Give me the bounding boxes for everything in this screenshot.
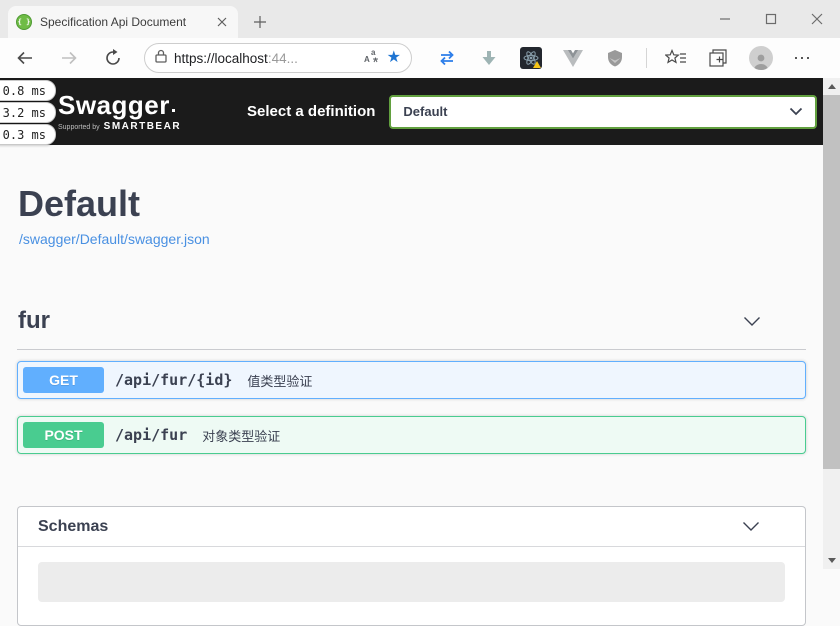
new-tab-button[interactable] <box>248 10 272 34</box>
back-icon[interactable] <box>10 43 40 73</box>
vue-devtools-icon[interactable] <box>562 47 584 69</box>
operation-row-get[interactable]: GET /api/fur/{id} 值类型验证 <box>17 361 806 399</box>
perf-badge: 0.3 ms <box>0 124 56 145</box>
scrollbar-thumb[interactable] <box>823 95 840 469</box>
schemas-title: Schemas <box>38 518 108 536</box>
perf-badge: 0.8 ms <box>0 80 56 101</box>
select-chevron-down-icon <box>789 103 803 121</box>
swagger-logo-tm-dot <box>172 109 175 112</box>
download-extension-icon[interactable] <box>478 47 500 69</box>
window-controls <box>702 0 840 38</box>
scrollbar-down-arrow-icon[interactable] <box>823 552 840 569</box>
url-text[interactable]: https://localhost:44... <box>174 51 357 66</box>
swagger-logo: Swagger Supported by SMARTBEAR <box>58 92 181 132</box>
operation-description: 对象类型验证 <box>202 426 280 445</box>
spec-json-link[interactable]: /swagger/Default/swagger.json <box>19 231 210 247</box>
operation-path: /api/fur <box>115 426 187 444</box>
refresh-icon[interactable] <box>98 43 128 73</box>
react-warning-badge <box>533 61 541 68</box>
sync-extension-icon[interactable] <box>436 47 458 69</box>
toolbar-right: ⋯ <box>665 46 812 70</box>
operation-path: /api/fur/{id} <box>115 371 232 389</box>
lock-icon[interactable] <box>155 49 167 68</box>
swagger-topbar: Swagger Supported by SMARTBEAR Select a … <box>0 78 823 145</box>
translate-icon[interactable]: a A <box>364 48 380 69</box>
operation-row-post[interactable]: POST /api/fur 对象类型验证 <box>17 416 806 454</box>
method-badge-post: POST <box>23 422 104 448</box>
tag-title: fur <box>18 307 50 335</box>
operation-description: 值类型验证 <box>247 371 312 390</box>
performance-badges: 0.8 ms 3.2 ms 0.3 ms <box>0 80 56 146</box>
schemas-section: Schemas <box>17 506 806 626</box>
settings-more-icon[interactable]: ⋯ <box>793 48 812 69</box>
browser-tab[interactable]: { } Specification Api Document <box>8 6 238 38</box>
svg-text:a: a <box>371 48 376 57</box>
page-title: Default <box>18 183 806 225</box>
select-definition-label: Select a definition <box>247 103 375 120</box>
svg-text:A: A <box>364 55 370 64</box>
perf-badge: 3.2 ms <box>0 102 56 123</box>
scrollbar-up-arrow-icon[interactable] <box>823 78 840 95</box>
address-bar[interactable]: https://localhost:44... a A ★ <box>144 43 412 73</box>
window-close-icon[interactable] <box>794 0 840 38</box>
toolbar-divider <box>646 48 647 68</box>
schema-model-row[interactable] <box>38 562 785 602</box>
schemas-chevron-down-icon[interactable] <box>742 521 760 532</box>
tag-section-fur[interactable]: fur <box>17 307 806 350</box>
swagger-logo-text: Swagger <box>58 90 170 120</box>
profile-avatar[interactable] <box>749 46 773 70</box>
tab-close-icon[interactable] <box>214 14 230 30</box>
shield-extension-icon[interactable] <box>604 47 626 69</box>
browser-titlebar: { } Specification Api Document <box>0 0 840 38</box>
react-devtools-icon[interactable] <box>520 47 542 69</box>
page-scrollbar[interactable] <box>823 78 840 569</box>
definition-select[interactable]: Default <box>389 95 817 129</box>
window-maximize-icon[interactable] <box>748 0 794 38</box>
collections-icon[interactable] <box>707 47 729 69</box>
swagger-favicon-icon: { } <box>16 14 32 30</box>
definition-select-value: Default <box>403 104 789 119</box>
smartbear-brand: SMARTBEAR <box>104 122 181 132</box>
favorite-star-icon[interactable]: ★ <box>387 50 401 66</box>
schemas-header[interactable]: Schemas <box>18 507 805 547</box>
forward-icon[interactable] <box>54 43 84 73</box>
supported-by-label: Supported by <box>58 124 100 131</box>
method-badge-get: GET <box>23 367 104 393</box>
tab-title: Specification Api Document <box>40 15 206 29</box>
favorites-bar-icon[interactable] <box>665 47 687 69</box>
window-minimize-icon[interactable] <box>702 0 748 38</box>
browser-toolbar: https://localhost:44... a A ★ <box>0 38 840 78</box>
extension-icons <box>436 47 626 69</box>
schemas-body <box>18 547 805 617</box>
swagger-page: Default /swagger/Default/swagger.json fu… <box>0 183 823 626</box>
tag-chevron-down-icon[interactable] <box>743 316 761 327</box>
